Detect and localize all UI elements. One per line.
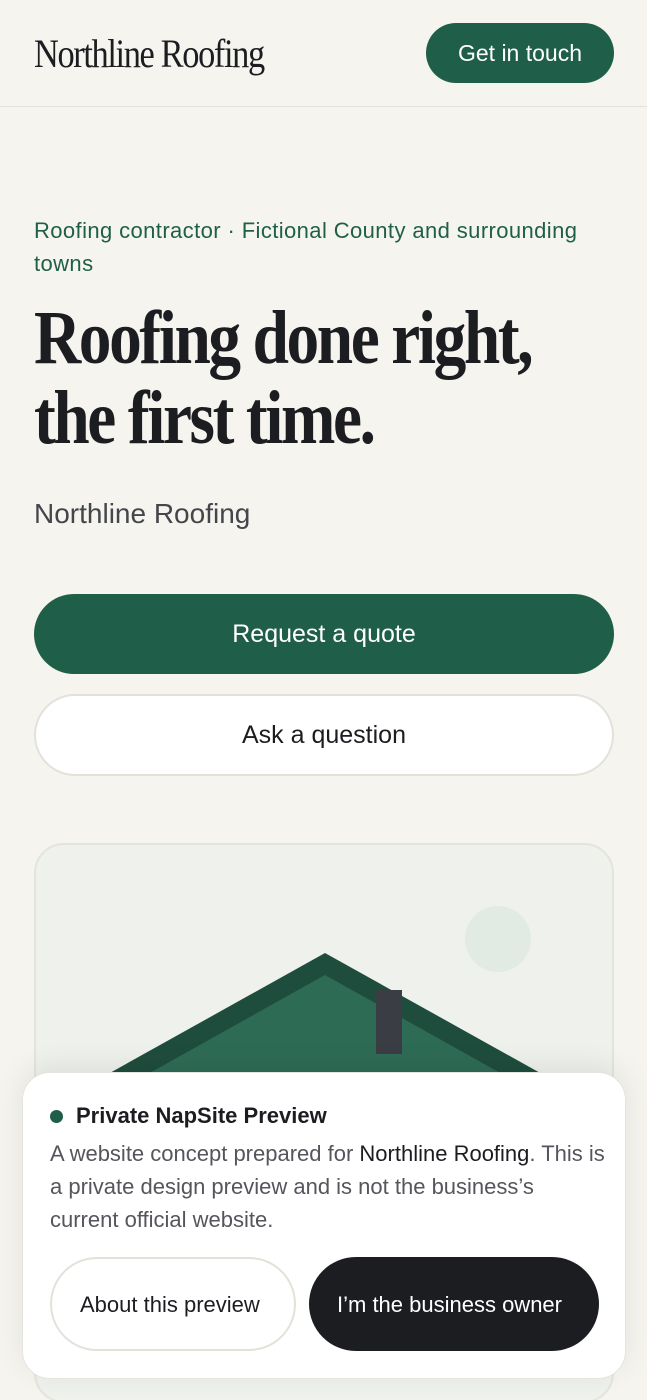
business-name: Northline Roofing bbox=[34, 498, 251, 529]
business-owner-button[interactable]: I’m the business owner bbox=[309, 1257, 599, 1351]
preview-banner: Private NapSite Preview A website concep… bbox=[22, 1072, 626, 1379]
request-quote-button[interactable]: Request a quote bbox=[34, 594, 614, 674]
get-in-touch-button[interactable]: Get in touch bbox=[426, 23, 614, 83]
ask-question-button[interactable]: Ask a question bbox=[34, 694, 614, 776]
headline-line-2: the first time. bbox=[34, 376, 376, 460]
sun-icon bbox=[465, 906, 531, 972]
banner-business-name: Northline Roofing bbox=[359, 1141, 530, 1166]
banner-text-before: A website concept prepared for bbox=[50, 1141, 360, 1166]
site-header: Northline Roofing Get in touch bbox=[0, 0, 647, 107]
hero-eyebrow: Roofing contractor · Fictional County an… bbox=[34, 218, 578, 276]
chimney-icon bbox=[376, 990, 402, 1054]
site-logo[interactable]: Northline Roofing bbox=[34, 30, 265, 77]
status-dot-icon bbox=[50, 1110, 63, 1123]
about-preview-button[interactable]: About this preview bbox=[50, 1257, 296, 1351]
banner-description: A website concept prepared for Northline… bbox=[50, 1137, 605, 1236]
headline-line-1: Roofing done right, bbox=[34, 296, 534, 380]
banner-title: Private NapSite Preview bbox=[76, 1103, 327, 1128]
hero-headline: Roofing done right, the first time. bbox=[34, 298, 550, 458]
